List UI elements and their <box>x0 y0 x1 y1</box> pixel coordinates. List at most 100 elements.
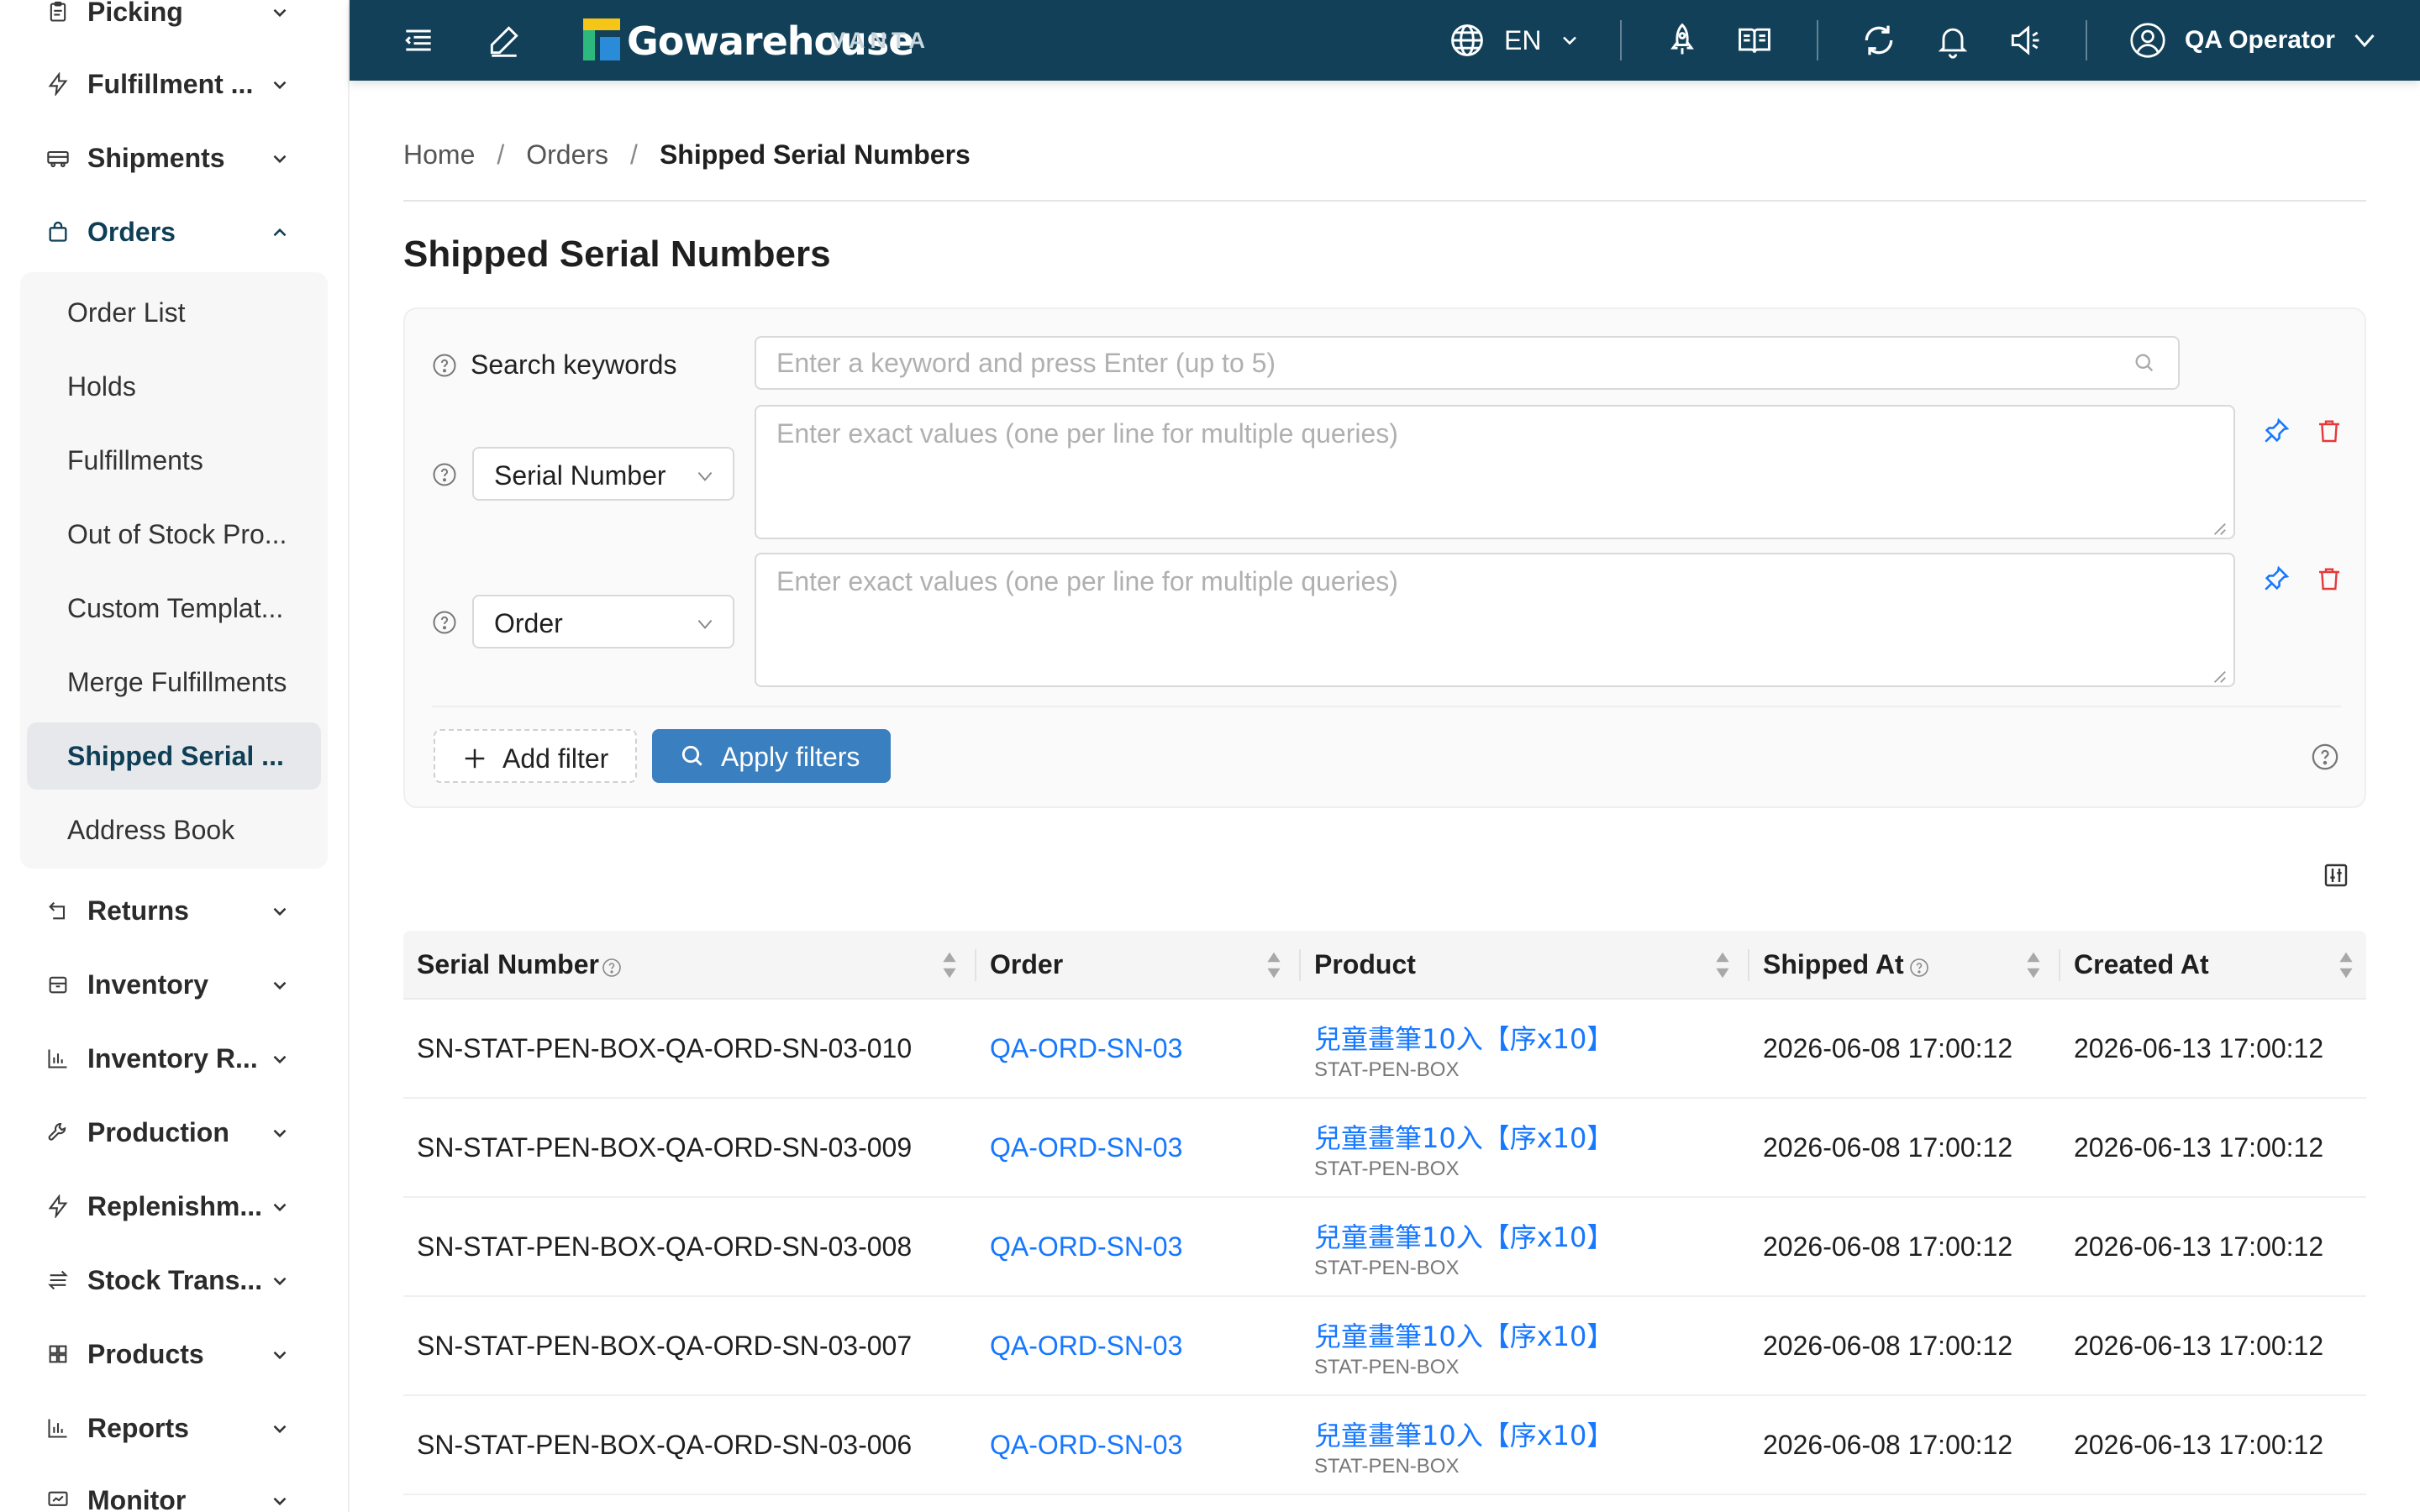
column-header-shipped-at[interactable]: Shipped At <box>1749 931 2060 1000</box>
help-circle-icon[interactable] <box>1909 958 1929 978</box>
shipped-at-cell: 2026-06-08 17:00:12 <box>1749 1198 2060 1297</box>
submenu-item-shipped-serial-numbers[interactable]: Shipped Serial ... <box>27 722 321 790</box>
delete-icon[interactable] <box>2316 417 2343 445</box>
submenu-item-label: Address Book <box>67 814 235 845</box>
sidebar-item-inventory[interactable]: Inventory <box>0 951 348 1018</box>
sidebar-item-stock-transfers[interactable]: Stock Trans... <box>0 1247 348 1314</box>
product-sku: STAT-PEN-BOX <box>1314 1257 1460 1279</box>
pin-icon[interactable] <box>2262 564 2291 593</box>
sort-icon[interactable] <box>2025 949 2042 981</box>
add-filter-button[interactable]: Add filter <box>434 729 637 783</box>
sidebar-item-label: Production <box>87 1116 229 1147</box>
breadcrumb-orders[interactable]: Orders <box>526 139 608 171</box>
column-header-serial-number[interactable]: Serial Number <box>403 931 976 1000</box>
top-bar: Gowarehouse VANTA EN QA Operator <box>350 0 2420 81</box>
sort-icon[interactable] <box>1714 949 1731 981</box>
sidebar-item-reports[interactable]: Reports <box>0 1394 348 1462</box>
language-selector[interactable]: EN <box>1504 25 1541 56</box>
edit-icon[interactable] <box>486 22 523 59</box>
submenu-item-out-of-stock[interactable]: Out of Stock Pro... <box>7 501 321 568</box>
column-header-order[interactable]: Order <box>976 931 1301 1000</box>
delete-icon[interactable] <box>2316 564 2343 593</box>
menu-collapse-icon[interactable] <box>400 22 437 59</box>
resize-handle-icon[interactable] <box>2212 521 2227 536</box>
breadcrumb-home[interactable]: Home <box>403 139 475 171</box>
submenu-item-order-list[interactable]: Order List <box>7 279 321 346</box>
chevron-down-icon[interactable] <box>2349 25 2380 55</box>
sidebar-item-orders[interactable]: Orders <box>0 198 348 265</box>
rocket-icon[interactable] <box>1664 22 1701 59</box>
sidebar-item-production[interactable]: Production <box>0 1099 348 1166</box>
product-link[interactable]: 兒童畫筆10入【序x10】 <box>1314 1216 1613 1255</box>
product-cell: 兒童畫筆10入【序x10】 STAT-PEN-BOX <box>1301 1297 1749 1396</box>
serial-number-values-input[interactable] <box>755 405 2235 539</box>
search-keywords-label: Search keywords <box>471 349 677 380</box>
submenu-item-merge-fulfillments[interactable]: Merge Fulfillments <box>7 648 321 716</box>
user-name[interactable]: QA Operator <box>2185 26 2335 55</box>
chevron-down-icon[interactable] <box>1558 29 1581 52</box>
sidebar-item-returns[interactable]: Returns <box>0 877 348 944</box>
filter-field-select[interactable]: Order <box>472 595 734 648</box>
divider <box>2086 20 2087 60</box>
help-circle-icon[interactable] <box>602 958 622 978</box>
speaker-icon[interactable] <box>2007 22 2044 59</box>
filter-field-select[interactable]: Serial Number <box>472 447 734 501</box>
chevron-down-icon <box>273 155 287 164</box>
order-values-input[interactable] <box>755 553 2235 687</box>
column-header-label: Serial Number <box>417 949 599 979</box>
order-link[interactable]: QA-ORD-SN-03 <box>990 1331 1182 1362</box>
refresh-icon[interactable] <box>1860 22 1897 59</box>
sidebar-item-replenishment[interactable]: Replenishm... <box>0 1173 348 1240</box>
sidebar-item-label: Reports <box>87 1412 189 1443</box>
chevron-down-icon <box>273 1351 287 1360</box>
order-cell: QA-ORD-SN-03 <box>976 1198 1301 1297</box>
order-link[interactable]: QA-ORD-SN-03 <box>990 1430 1182 1461</box>
sort-icon[interactable] <box>2338 949 2354 981</box>
sort-icon[interactable] <box>1265 949 1282 981</box>
column-header-created-at[interactable]: Created At <box>2060 931 2366 1000</box>
bell-icon[interactable] <box>1934 22 1971 59</box>
submenu-item-address-book[interactable]: Address Book <box>7 796 321 864</box>
help-circle-icon[interactable] <box>432 462 457 487</box>
sidebar-item-inventory-reports[interactable]: Inventory R... <box>0 1025 348 1092</box>
help-circle-icon[interactable] <box>2311 743 2339 771</box>
order-link[interactable]: QA-ORD-SN-03 <box>990 1231 1182 1263</box>
chevron-down-icon <box>273 1055 287 1064</box>
sidebar-item-label: Monitor <box>87 1484 187 1512</box>
apply-filters-button[interactable]: Apply filters <box>652 729 891 783</box>
order-link[interactable]: QA-ORD-SN-03 <box>990 1132 1182 1163</box>
sidebar-item-picking[interactable]: Picking <box>0 0 348 45</box>
sidebar-item-monitor[interactable]: Monitor <box>0 1467 348 1512</box>
sidebar-item-fulfillment[interactable]: Fulfillment ... <box>0 50 348 118</box>
lightning-icon <box>48 72 68 96</box>
submenu-item-custom-templates[interactable]: Custom Templat... <box>7 575 321 642</box>
help-circle-icon[interactable] <box>432 610 457 635</box>
user-avatar-icon[interactable] <box>2129 22 2166 59</box>
globe-icon[interactable] <box>1449 22 1486 59</box>
submenu-item-fulfillments[interactable]: Fulfillments <box>7 427 321 494</box>
search-icon[interactable] <box>2133 351 2156 375</box>
product-link[interactable]: 兒童畫筆10入【序x10】 <box>1314 1018 1613 1057</box>
sidebar: Picking Fulfillment ... Shipments Orders… <box>0 0 350 1512</box>
sort-icon[interactable] <box>941 949 958 981</box>
product-link[interactable]: 兒童畫筆10入【序x10】 <box>1314 1415 1613 1453</box>
order-link[interactable]: QA-ORD-SN-03 <box>990 1033 1182 1064</box>
product-link[interactable]: 兒童畫筆10入【序x10】 <box>1314 1117 1613 1156</box>
sidebar-item-products[interactable]: Products <box>0 1320 348 1388</box>
search-keywords-input[interactable] <box>755 336 2180 390</box>
book-icon[interactable] <box>1736 22 1773 59</box>
submenu-item-holds[interactable]: Holds <box>7 353 321 420</box>
product-link[interactable]: 兒童畫筆10入【序x10】 <box>1314 1315 1613 1354</box>
column-settings-icon[interactable] <box>2323 862 2349 889</box>
sidebar-item-shipments[interactable]: Shipments <box>0 124 348 192</box>
resize-handle-icon[interactable] <box>2212 669 2227 684</box>
chevron-down-icon <box>273 8 287 18</box>
sidebar-item-label: Picking <box>87 0 183 27</box>
shipped-at-cell: 2026-06-08 17:00:12 <box>1749 1396 2060 1495</box>
product-sku: STAT-PEN-BOX <box>1314 1356 1460 1378</box>
pin-icon[interactable] <box>2262 417 2291 445</box>
breadcrumb-separator: / <box>497 139 505 170</box>
column-header-product[interactable]: Product <box>1301 931 1749 1000</box>
help-circle-icon[interactable] <box>432 353 457 378</box>
clipboard-icon <box>50 1 66 22</box>
